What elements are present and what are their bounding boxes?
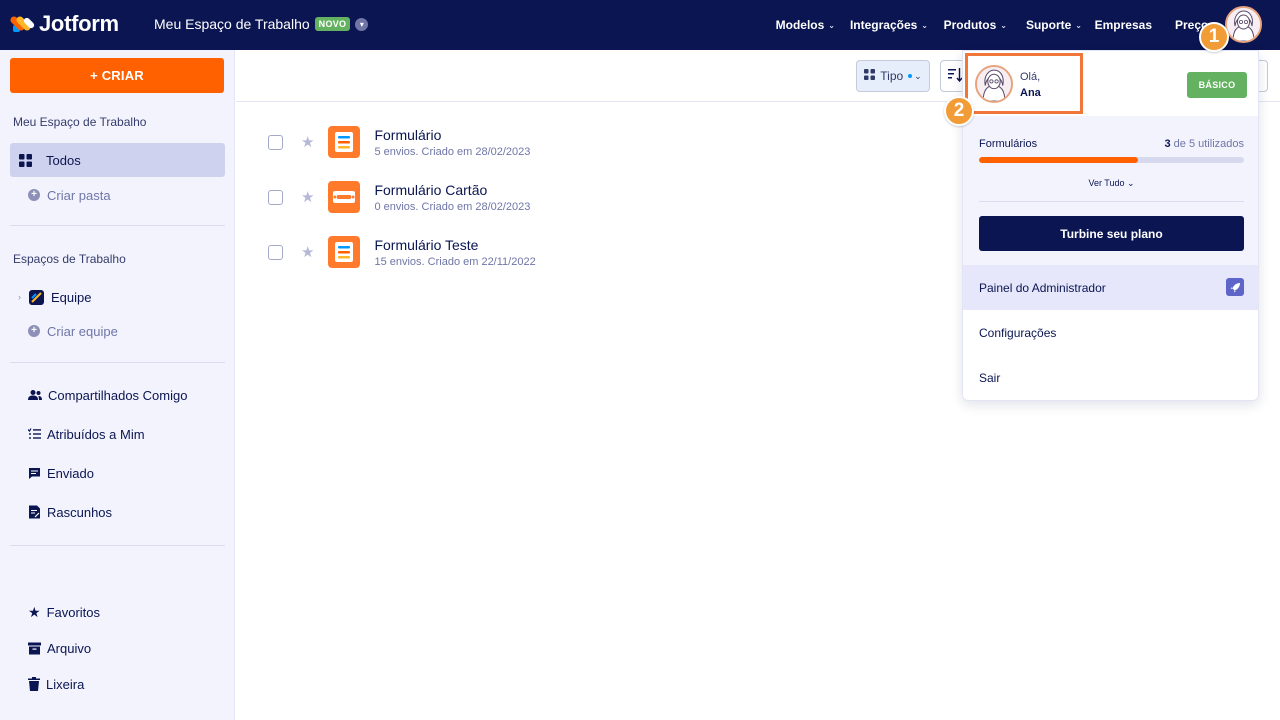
upgrade-plan-button[interactable]: Turbine seu plano: [979, 216, 1244, 251]
user-avatar-button[interactable]: [1225, 6, 1262, 43]
sort-icon: [947, 67, 963, 85]
chevron-down-icon[interactable]: ▾: [355, 17, 369, 31]
nav-item-empresas[interactable]: Empresas: [1095, 18, 1152, 32]
nav-item-modelos[interactable]: Modelos ⌄: [776, 18, 835, 32]
star-icon[interactable]: ★: [301, 133, 314, 151]
star-icon[interactable]: ★: [301, 243, 314, 261]
my-workspace-heading: Meu Espaço de Trabalho: [13, 115, 147, 129]
plan-badge[interactable]: BÁSICO: [1187, 72, 1247, 98]
chevron-down-icon: ⌄: [1075, 20, 1082, 30]
grid-icon: [864, 69, 876, 83]
settings-item[interactable]: Configurações: [963, 310, 1258, 355]
list-item[interactable]: ★ Formulário Teste 15 envios. Criado em …: [268, 232, 536, 272]
divider: [10, 225, 225, 226]
sidebar-item-todos[interactable]: Todos: [10, 143, 225, 177]
sidebar-item-label: Equipe: [51, 289, 92, 305]
archive-icon: [28, 642, 41, 655]
checklist-icon: [28, 428, 41, 440]
sidebar-item-rascunhos[interactable]: Rascunhos: [28, 495, 225, 529]
list-item[interactable]: ★ Formulário Cartão 0 envios. Criado em …: [268, 177, 530, 217]
create-team-button[interactable]: + Criar equipe: [28, 314, 225, 348]
plus-circle-icon: +: [28, 325, 40, 337]
nav-item-integracoes[interactable]: Integrações ⌄: [850, 18, 928, 32]
sidebar-item-label: Todos: [46, 152, 81, 168]
create-button[interactable]: + CRIAR: [10, 58, 224, 93]
star-icon[interactable]: ★: [301, 188, 314, 206]
form-meta: 0 envios. Criado em 28/02/2023: [374, 200, 531, 213]
select-checkbox[interactable]: [268, 189, 283, 205]
sidebar-item-arquivo[interactable]: Arquivo: [28, 631, 225, 665]
nav-item-produtos[interactable]: Produtos ⌄: [944, 18, 1007, 32]
divider: [10, 362, 225, 363]
plus-circle-icon: +: [28, 189, 40, 201]
grid-icon: [18, 153, 32, 167]
step-marker-2: 2: [944, 96, 974, 126]
chevron-right-icon[interactable]: ›: [18, 292, 21, 302]
workspaces-heading: Espaços de Trabalho: [13, 252, 126, 266]
sidebar-item-compartilhados[interactable]: Compartilhados Comigo: [28, 378, 225, 412]
step-marker-1: 1: [1199, 22, 1229, 52]
usage-panel: Formulários 3 de 5 utilizados Ver Tudo ⌄…: [963, 116, 1258, 266]
chevron-down-icon: ⌄: [921, 20, 928, 30]
rocket-icon: [1226, 278, 1244, 296]
star-icon: ★: [28, 603, 41, 620]
type-filter-button[interactable]: Tipo ⌄: [856, 60, 930, 92]
jotform-logo-icon: [9, 12, 36, 36]
nav-item-suporte[interactable]: Suporte ⌄: [1026, 18, 1082, 32]
form-meta: 5 envios. Criado em 28/02/2023: [374, 145, 531, 158]
sidebar-item-favoritos[interactable]: ★ Favoritos: [28, 595, 225, 629]
usage-label: Formulários: [979, 138, 1038, 150]
form-icon: [328, 126, 361, 158]
chevron-down-icon: ⌄: [914, 70, 922, 81]
usage-count: 3 de 5 utilizados: [1164, 138, 1244, 150]
form-meta: 15 envios. Criado em 22/11/2022: [374, 255, 536, 268]
active-dot-icon: [908, 74, 913, 78]
form-title[interactable]: Formulário: [374, 127, 530, 143]
top-navigation-bar: Jotform Meu Espaço de Trabalho NOVO ▾ Mo…: [0, 0, 1280, 50]
logout-item[interactable]: Sair: [963, 355, 1258, 400]
avatar-illustration: [1227, 8, 1260, 41]
chevron-down-icon: ⌄: [1127, 178, 1135, 188]
sidebar-item-equipe[interactable]: › Equipe: [10, 280, 225, 314]
divider: [10, 545, 225, 546]
select-checkbox[interactable]: [268, 134, 283, 150]
divider: [979, 201, 1244, 202]
highlight-box: [965, 53, 1083, 114]
form-icon: [328, 236, 361, 268]
message-icon: [28, 467, 41, 480]
form-title[interactable]: Formulário Cartão: [374, 182, 530, 198]
select-checkbox[interactable]: [268, 244, 283, 260]
sidebar-item-atribuidos[interactable]: Atribuídos a Mim: [28, 417, 225, 451]
new-badge: NOVO: [314, 17, 351, 31]
sidebar-item-enviado[interactable]: Enviado: [28, 456, 225, 490]
create-folder-button[interactable]: + Criar pasta: [28, 178, 225, 212]
team-icon: [29, 289, 44, 305]
workspace-title: Meu Espaço de Trabalho: [154, 16, 310, 32]
list-item[interactable]: ★ Formulário 5 envios. Criado em 28/02/2…: [268, 122, 530, 162]
chevron-down-icon: ⌄: [1000, 20, 1007, 30]
jotform-logo[interactable]: Jotform: [9, 11, 119, 37]
workspace-switcher[interactable]: Meu Espaço de Trabalho NOVO ▾: [154, 16, 369, 32]
card-form-icon: [328, 181, 361, 213]
usage-progress-bar: [979, 157, 1244, 163]
sidebar-item-lixeira[interactable]: Lixeira: [28, 667, 225, 701]
brand-name: Jotform: [39, 11, 119, 36]
users-icon: [28, 389, 42, 401]
sidebar: + CRIAR Meu Espaço de Trabalho Todos + C…: [0, 50, 235, 720]
chevron-down-icon: ⌄: [828, 20, 835, 30]
admin-panel-item[interactable]: Painel do Administrador: [963, 265, 1258, 310]
view-all-link[interactable]: Ver Tudo ⌄: [963, 178, 1258, 189]
usage-progress-fill: [979, 157, 1138, 163]
trash-icon: [28, 677, 40, 691]
form-title[interactable]: Formulário Teste: [374, 237, 535, 253]
draft-icon: [28, 505, 41, 519]
